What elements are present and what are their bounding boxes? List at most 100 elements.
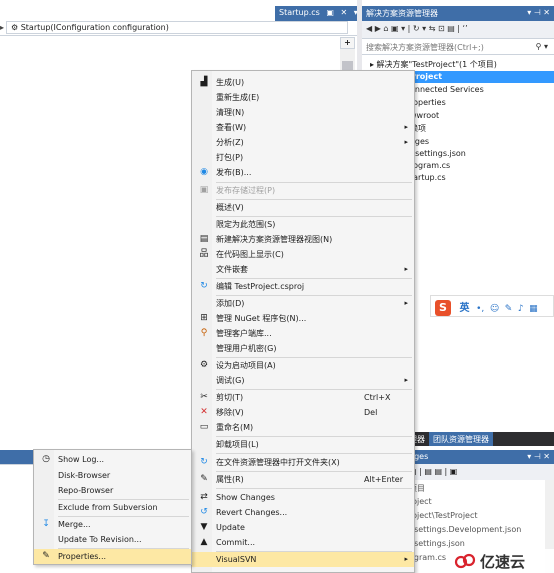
menu-item-file-nesting[interactable]: 文件嵌套 ▸ bbox=[192, 262, 414, 277]
submenu-item-properties[interactable]: ✎ Properties... bbox=[34, 549, 191, 564]
pending-changes-toolbar[interactable]: ▤ | ▤ ▤ | ▣ bbox=[405, 464, 554, 480]
bottom-tab-strip: 理器 团队资源管理器 bbox=[405, 432, 554, 446]
menu-item-show-on-code-map[interactable]: 品在代码图上显示(C) bbox=[192, 247, 414, 262]
pending-changes-title: nges ▾ ⊣ ✕ bbox=[405, 450, 554, 464]
menu-item-new-explorer-view[interactable]: ▤ 新建解决方案资源管理器视图(N) bbox=[192, 232, 414, 247]
project-context-menu: ▟ 生成(U) 重新生成(E) 清理(N) 查看(W) ▸ 分析(Z) ▸ 打包(P)… bbox=[191, 70, 415, 573]
menu-item-properties[interactable]: ✎ 属性(R) Alt+Enter bbox=[192, 472, 414, 487]
menu-item-set-startup[interactable]: ⚙ 设为启动项目(A) bbox=[192, 358, 414, 373]
submenu-item-update-to-revision[interactable]: Update To Revision... bbox=[34, 532, 191, 547]
rename-icon: ▭ bbox=[199, 422, 209, 432]
solution-search-input[interactable]: 搜索解决方案资源管理器(Ctrl+;) ⚲ ▾ bbox=[362, 39, 554, 55]
commit-icon: ▲ bbox=[200, 537, 208, 547]
menu-item-pack[interactable]: 打包(P) bbox=[192, 150, 414, 165]
menu-item-commit[interactable]: ▲ Commit... bbox=[192, 535, 414, 550]
solution-explorer-title: 解决方案资源管理器 ▾ ⊣ ✕ bbox=[362, 6, 554, 21]
ime-mic-icon[interactable]: ♪ bbox=[518, 304, 524, 314]
ime-language-toggle[interactable]: 英 bbox=[460, 303, 470, 314]
ime-logo-icon[interactable]: S bbox=[435, 300, 451, 316]
solution-explorer-toolbar[interactable]: ◀ ▶ ⌂ ▣ ▾ | ↻ ▾ ⇆ ⊡ ▤ | ‘’ bbox=[362, 21, 554, 39]
menu-item-revert-changes[interactable]: ↺ Revert Changes... bbox=[192, 505, 414, 520]
submenu-item-merge[interactable]: ↧ Merge... bbox=[34, 517, 191, 532]
clock-icon: ◷ bbox=[42, 454, 50, 464]
nav-scroll-icon[interactable]: ▸ bbox=[0, 23, 4, 32]
submenu-arrow-icon: ▸ bbox=[404, 555, 408, 563]
submenu-arrow-icon: ▸ bbox=[404, 376, 408, 384]
menu-item-debug[interactable]: 调试(G) ▸ bbox=[192, 373, 414, 388]
ime-emoji-icon[interactable]: ☺ bbox=[490, 304, 499, 314]
gear-icon: ⚙ bbox=[199, 360, 209, 370]
open-folder-icon: ↻ bbox=[200, 457, 208, 467]
menu-item-visualsvn[interactable]: VisualSVN ▸ bbox=[192, 552, 414, 567]
menu-item-analyze[interactable]: 分析(Z) ▸ bbox=[192, 135, 414, 150]
build-icon: ▟ bbox=[200, 77, 208, 87]
menu-item-rename[interactable]: ▭ 重命名(M) bbox=[192, 420, 414, 435]
navigation-bar: ▸ ⚙ Startup(IConfiguration configuration… bbox=[0, 21, 357, 36]
menu-item-rebuild[interactable]: 重新生成(E) bbox=[192, 90, 414, 105]
ime-punctuation-icon[interactable]: •, bbox=[476, 304, 484, 314]
ime-pen-icon[interactable]: ✎ bbox=[505, 304, 513, 314]
submenu-item-repo-browser[interactable]: Repo-Browser bbox=[34, 483, 191, 498]
scissors-icon: ✂ bbox=[200, 392, 208, 402]
menu-item-manage-client-libs[interactable]: ⚲ 管理客户端库... bbox=[192, 326, 414, 341]
publish-icon: ◉ bbox=[200, 167, 208, 177]
menu-item-unload-project[interactable]: 卸载项目(L) bbox=[192, 437, 414, 452]
list-item[interactable]: roject\TestProject bbox=[409, 511, 478, 524]
submenu-item-exclude[interactable]: Exclude from Subversion bbox=[34, 500, 191, 515]
watermark-text: 亿速云 bbox=[480, 553, 526, 571]
update-icon: ▼ bbox=[200, 522, 208, 532]
editor-tab-label: Startup.cs bbox=[279, 8, 320, 17]
close-icon[interactable]: ✕ bbox=[340, 8, 347, 17]
list-item[interactable]: psettings.Development.json bbox=[409, 525, 521, 538]
submenu-arrow-icon: ▸ bbox=[404, 123, 408, 131]
menu-item-clean[interactable]: 清理(N) bbox=[192, 105, 414, 120]
menu-item-overview[interactable]: 概述(V) bbox=[192, 200, 414, 215]
tab-team-explorer[interactable]: 团队资源管理器 bbox=[429, 432, 493, 446]
menu-separator bbox=[216, 453, 412, 454]
submenu-arrow-icon: ▸ bbox=[404, 138, 408, 146]
menu-item-publish[interactable]: ◉ 发布(B)... bbox=[192, 165, 414, 180]
menu-item-cut[interactable]: ✂ 剪切(T) Ctrl+X bbox=[192, 390, 414, 405]
revert-icon: ↺ bbox=[200, 507, 208, 517]
solution-explorer-title-label: 解决方案资源管理器 bbox=[366, 9, 438, 18]
cloud-logo-icon bbox=[454, 553, 476, 569]
ime-grid-icon[interactable]: ▦ bbox=[529, 304, 538, 314]
visualsvn-submenu: ◷ Show Log... Disk-Browser Repo-Browser E… bbox=[33, 449, 192, 565]
menu-item-edit-csproj[interactable]: ↻ 编辑 TestProject.csproj bbox=[192, 279, 414, 294]
menu-item-manage-nuget[interactable]: ⊞ 管理 NuGet 程序包(N)... bbox=[192, 311, 414, 326]
menu-item-remove[interactable]: ✕ 移除(V) Del bbox=[192, 405, 414, 420]
code-map-icon: 品 bbox=[199, 249, 209, 259]
menu-item-build[interactable]: ▟ 生成(U) bbox=[192, 75, 414, 90]
wrench-icon: ✎ bbox=[42, 551, 50, 561]
menu-item-view[interactable]: 查看(W) ▸ bbox=[192, 120, 414, 135]
panel-controls-icon[interactable]: ▾ ⊣ ✕ bbox=[527, 8, 550, 17]
menu-item-manage-user-secrets[interactable]: 管理用户机密(G) bbox=[192, 341, 414, 356]
submenu-item-disk-browser[interactable]: Disk-Browser bbox=[34, 468, 191, 483]
edit-project-icon: ↻ bbox=[200, 281, 208, 291]
diff-icon: ⇄ bbox=[200, 492, 208, 502]
pin-icon[interactable]: ▣ bbox=[326, 8, 334, 17]
menu-separator bbox=[216, 488, 412, 489]
wrench-icon: ✎ bbox=[200, 474, 208, 484]
submenu-arrow-icon: ▸ bbox=[404, 299, 408, 307]
menu-item-scope-to-this[interactable]: 限定为此范围(S) bbox=[192, 217, 414, 232]
menu-item-open-in-explorer[interactable]: ↻ 在文件资源管理器中打开文件夹(X) bbox=[192, 455, 414, 470]
panel-controls-icon[interactable]: ▾ ⊣ ✕ bbox=[527, 452, 550, 461]
menu-shortcut: Ctrl+X bbox=[364, 393, 391, 402]
submenu-arrow-icon: ▸ bbox=[404, 265, 408, 273]
editor-tab-startup[interactable]: Startup.cs ▣ ✕ ▾ bbox=[275, 6, 357, 21]
member-dropdown[interactable]: ⚙ Startup(IConfiguration configuration) bbox=[6, 21, 348, 34]
split-editor-button[interactable]: + bbox=[340, 37, 355, 49]
new-view-icon: ▤ bbox=[199, 234, 209, 244]
remove-icon: ✕ bbox=[200, 407, 208, 417]
watermark: 亿速云 bbox=[452, 549, 554, 573]
menu-item-update[interactable]: ▼ Update bbox=[192, 520, 414, 535]
search-placeholder: 搜索解决方案资源管理器(Ctrl+;) bbox=[366, 43, 484, 52]
search-icon[interactable]: ⚲ ▾ bbox=[536, 42, 548, 51]
nuget-icon: ⊞ bbox=[200, 313, 208, 323]
menu-item-show-changes[interactable]: ⇄ Show Changes bbox=[192, 490, 414, 505]
client-library-icon: ⚲ bbox=[200, 328, 208, 338]
menu-item-add[interactable]: 添加(D) ▸ bbox=[192, 296, 414, 311]
submenu-item-show-log[interactable]: ◷ Show Log... bbox=[34, 452, 191, 467]
menu-shortcut: Alt+Enter bbox=[364, 475, 404, 484]
